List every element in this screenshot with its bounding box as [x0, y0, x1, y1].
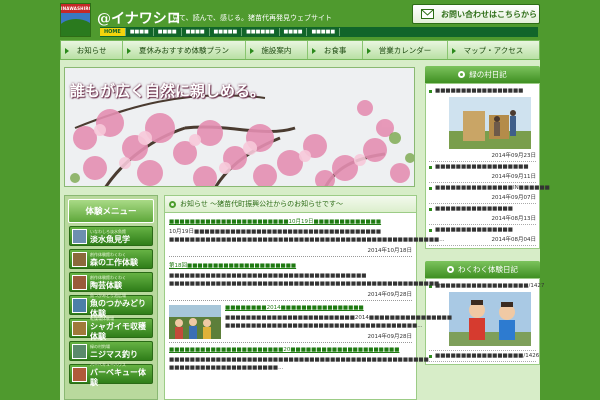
sub-navigation: HOME ■■■■ ■■■■ ■■■■ ■■■■■ ■■■■■■ ■■■■ ■■■■■	[100, 27, 538, 37]
menu-label: ニジマス釣り	[90, 348, 138, 359]
contact-label: お問い合わせはこちらから	[441, 9, 537, 19]
experience-menu-button[interactable]: 創作体験館わくわく 森の工作体験	[69, 249, 153, 269]
mainnav-item[interactable]: 営業カレンダー	[363, 41, 448, 59]
subnav-item[interactable]: ■■■■■	[307, 28, 341, 36]
ring-icon	[169, 200, 176, 208]
village-diary-item[interactable]: ■■■■■■■■■■■■■■■■■■ 2014年09月11日	[429, 162, 536, 183]
experience-menu-button[interactable]: 緑の村釣場 ニジマス釣り	[69, 341, 153, 361]
mainnav-label: 夏休みおすすめ体験プラン	[138, 45, 229, 55]
waku-diary-box: ■■■■■■■■■■■■■■■■■■/1427 ■■■■■■■■■■■■■■■■…	[425, 278, 544, 365]
diary-photo[interactable]	[449, 292, 531, 346]
mainnav-label: 施設案内	[261, 45, 292, 55]
ring-icon	[458, 71, 466, 78]
ring-icon	[447, 266, 454, 273]
arrow-right-icon	[312, 48, 317, 54]
news-date: 2014年09月28日	[367, 292, 413, 298]
menu-label: シャガイモ収穫体験	[90, 320, 146, 341]
news-panel: お知らせ ～猪苗代町振興公社からのお知らせです～ ■■■■■■■■■■■■■■■…	[164, 195, 453, 400]
bullet-icon	[429, 89, 432, 93]
mainnav-item[interactable]: 夏休みおすすめ体験プラン	[123, 41, 246, 59]
diary-photo[interactable]	[449, 97, 531, 149]
experience-menu-button[interactable]: 創作体験館わくわく 陶芸体験	[69, 272, 153, 292]
news-body: ■■■■■■■■■■■■■■■■■■■■■■■■■2014■■■■■■■■■■■…	[225, 315, 453, 329]
subnav-item[interactable]: ■■■■	[154, 28, 182, 36]
arrow-right-icon	[367, 48, 372, 54]
waku-diary-item[interactable]: ■■■■■■■■■■■■■■■■■/1426	[429, 351, 539, 362]
mainnav-label: お食事	[323, 45, 347, 55]
menu-thumbnail	[72, 274, 87, 290]
subnav-item[interactable]: ■■■■	[182, 28, 210, 36]
menu-label: バーベキュー体験	[90, 366, 146, 387]
mainnav-label: 営業カレンダー	[378, 45, 432, 55]
site-logo[interactable]: INAWASHIRO	[60, 3, 91, 37]
news-thumbnail[interactable]	[169, 305, 221, 339]
contact-button[interactable]: お問い合わせはこちらから	[412, 4, 540, 24]
news-item: 第18回■■■■■■■■■■■■■■■■■■■■■ ■■■■■■■■■■■■■■…	[169, 257, 445, 301]
mainnav-label: マップ・アクセス	[463, 45, 524, 55]
logo-text: INAWASHIRO	[61, 4, 91, 13]
hero-title: 誰もが広く自然に親しめる。	[70, 82, 266, 100]
news-title: お知らせ ～猪苗代町振興公社からのお知らせです～	[165, 196, 416, 213]
arrow-right-icon	[65, 48, 69, 54]
news-item: ■■■■■■■■■■■■■■■■■■■■■■■10月19日■■■■■■■■■■■…	[169, 213, 445, 257]
site-header: INAWASHIRO @イナワシロ 見て、読んで、感じる。猪苗代再発見ウェブサイ…	[0, 0, 600, 38]
menu-label: 魚のつかみどり体験	[90, 297, 146, 318]
mainnav-item[interactable]: お食事	[308, 41, 364, 59]
subnav-item[interactable]: ■■■■■■	[242, 28, 280, 36]
subnav-item[interactable]: HOME	[100, 28, 126, 36]
news-item: ■■■■■■■■2014■■■■■■■■■■■■■■■■ ■■■■■■■■■■■…	[169, 301, 453, 343]
news-heading-link[interactable]: ■■■■■■■■■■■■■■■■■■■■■■■10月19日■■■■■■■■■■■…	[169, 217, 412, 225]
village-diary-item[interactable]: ■■■■■■■■■■■■■■■IN■■■■■■ 2014年09月07日	[429, 183, 550, 204]
news-body: ■■■■■■■■■■■■■■■■■■■■■■■■■■■■■■■■■■■■■■■■…	[169, 357, 429, 371]
arrow-right-icon	[127, 48, 132, 54]
experience-menu: 体験メニュー いなわしろ淡水魚館 淡水魚見学 創作体験館わくわく 森の工作体験 創作体験…	[64, 195, 158, 400]
village-diary-title[interactable]: 緑の村日記	[425, 66, 540, 83]
brand-name[interactable]: @イナワシロ	[97, 8, 181, 28]
subnav-item[interactable]: ■■■■	[280, 28, 308, 36]
menu-thumbnail	[72, 228, 87, 244]
village-diary-box: ■■■■■■■■■■■■■■■■■ 2014年09月23日 ■■■■■■■■■■…	[425, 83, 550, 249]
menu-thumbnail	[72, 297, 87, 313]
arrow-right-icon	[451, 48, 456, 54]
village-diary-item[interactable]: ■■■■■■■■■■■■■■■ 2014年08月04日	[429, 225, 536, 246]
subnav-item[interactable]: ■■■■	[126, 28, 154, 36]
mainnav-item[interactable]: 施設案内	[246, 41, 309, 59]
experience-menu-title: 体験メニュー	[68, 199, 154, 223]
menu-label: 淡水魚見学	[90, 233, 130, 244]
menu-thumbnail	[72, 366, 87, 382]
mail-icon	[421, 9, 434, 19]
experience-menu-button[interactable]: いなわしろ淡水魚館 淡水魚見学	[69, 226, 153, 246]
village-diary-item[interactable]: ■■■■■■■■■■■■■■■■■ 2014年09月23日	[429, 86, 536, 162]
experience-menu-button[interactable]: 魚つかみどり池広場 魚のつかみどり体験	[69, 293, 153, 318]
news-item: ■■■■■■■■■■■■■■■■■■■■■■20■■■■■■■■■■■■■■■■…	[169, 343, 429, 374]
news-body: 10月19日■■■■■■■■■■■■■■■■■■■■■■■■■■■■■■■■■■…	[169, 229, 445, 243]
tagline: 見て、読んで、感じる。猪苗代再発見ウェブサイト	[172, 14, 333, 22]
mainnav-item[interactable]: お知らせ	[61, 41, 124, 59]
menu-thumbnail	[72, 320, 87, 336]
mainnav-label: お知らせ	[76, 45, 107, 55]
news-date: 2014年10月18日	[367, 248, 413, 254]
mainnav-item[interactable]: マップ・アクセス	[448, 41, 539, 59]
hero-banner: 誰もが広く自然に親しめる。	[64, 67, 415, 187]
content-area: 誰もが広く自然に親しめる。 緑の村日記 ■■■■■■■■■■■■■■■■■ 20…	[60, 60, 550, 400]
village-diary-item[interactable]: ■■■■■■■■■■■■■■■ 2014年08月13日	[429, 204, 536, 225]
menu-thumbnail	[72, 343, 87, 359]
arrow-right-icon	[249, 48, 254, 54]
experience-menu-button[interactable]: バーベキューハウス バーベキュー体験	[69, 362, 153, 387]
menu-thumbnail	[72, 251, 87, 267]
menu-label: 陶芸体験	[90, 279, 122, 290]
menu-label: 森の工作体験	[90, 256, 138, 267]
news-heading-link[interactable]: ■■■■■■■■■■■■■■■■■■■■■■20■■■■■■■■■■■■■■■■…	[169, 347, 412, 353]
waku-diary-title[interactable]: わくわく体験日記	[425, 261, 540, 278]
news-body: ■■■■■■■■■■■■■■■■■■■■■■■■■■■■■■■■■■■■■■ ■…	[169, 273, 445, 287]
news-heading-link[interactable]: 第18回■■■■■■■■■■■■■■■■■■■■■	[169, 261, 412, 269]
subnav-item[interactable]: ■■■■■	[210, 28, 243, 36]
news-heading-link[interactable]: ■■■■■■■■2014■■■■■■■■■■■■■■■■	[225, 305, 412, 311]
main-navigation: お知らせ 夏休みおすすめ体験プラン 施設案内 お食事 営業カレンダー マップ・アクセス	[60, 40, 540, 60]
experience-menu-button[interactable]: 乾燥場体験場 シャガイモ収穫体験	[69, 316, 153, 341]
